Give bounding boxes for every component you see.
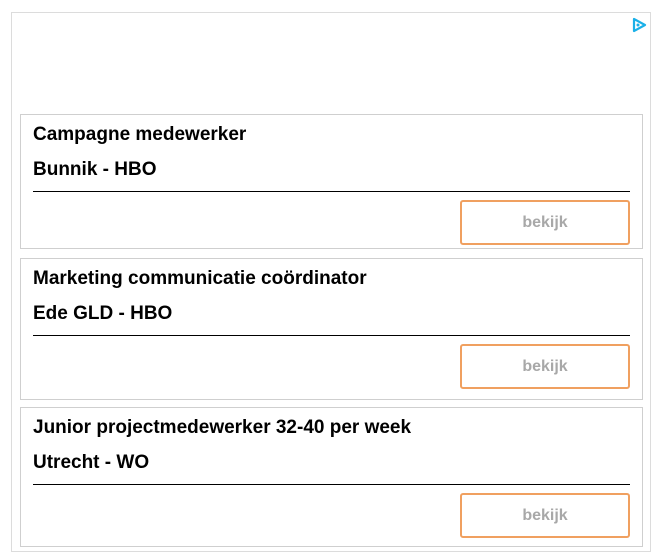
job-location-level: Bunnik - HBO — [33, 159, 157, 180]
job-card[interactable]: Campagne medewerker Bunnik - HBO bekijk — [20, 114, 643, 249]
view-job-button[interactable]: bekijk — [460, 493, 630, 538]
job-location-level: Utrecht - WO — [33, 452, 150, 473]
job-card[interactable]: Junior projectmedewerker 32-40 per week … — [20, 407, 643, 547]
view-job-button[interactable]: bekijk — [460, 344, 630, 389]
divider — [33, 191, 630, 192]
adchoices-icon[interactable] — [631, 17, 647, 33]
job-location-level: Ede GLD - HBO — [33, 303, 173, 324]
divider — [33, 484, 630, 485]
ad-frame: Campagne medewerker Bunnik - HBO bekijk … — [11, 12, 651, 552]
job-card[interactable]: Marketing communicatie coördinator Ede G… — [20, 258, 643, 400]
view-job-button[interactable]: bekijk — [460, 200, 630, 245]
job-title[interactable]: Marketing communicatie coördinator — [21, 268, 367, 290]
job-title[interactable]: Campagne medewerker — [21, 124, 246, 146]
job-title[interactable]: Junior projectmedewerker 32-40 per week — [21, 417, 411, 439]
divider — [33, 335, 630, 336]
